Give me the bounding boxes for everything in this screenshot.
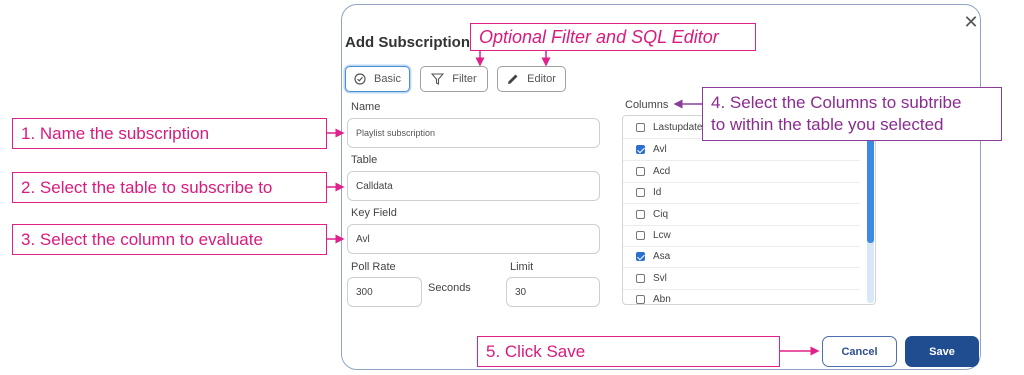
annotation-arrows xyxy=(327,51,820,356)
